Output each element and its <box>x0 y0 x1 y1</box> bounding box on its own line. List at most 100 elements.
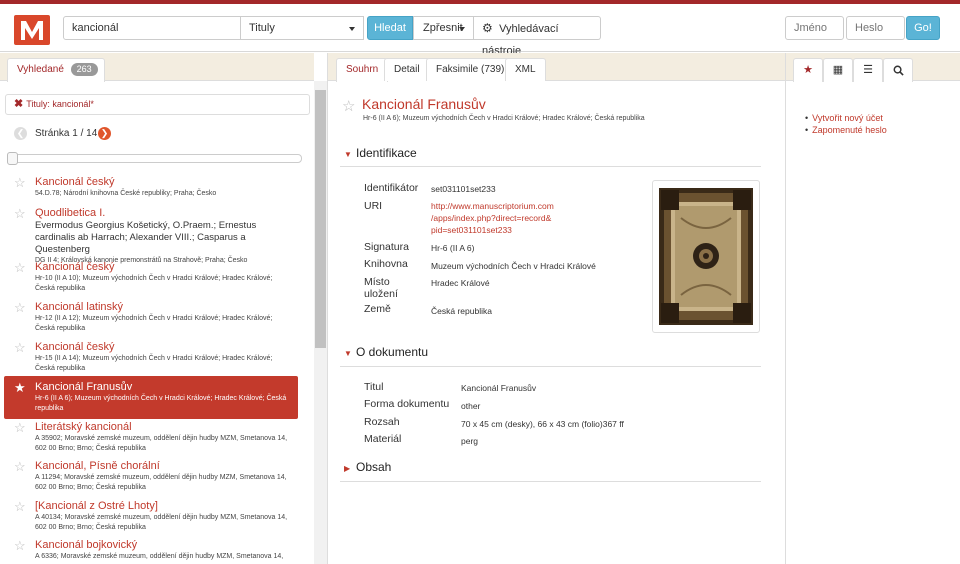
star-icon[interactable]: ☆ <box>14 340 26 356</box>
star-icon[interactable]: ☆ <box>14 300 26 316</box>
tab-summary[interactable]: Souhrn <box>336 58 389 82</box>
caret-down-icon: ▼ <box>344 150 352 159</box>
result-item[interactable]: ☆ Kancionál, Písně chorální A 11294; Mor… <box>4 457 298 496</box>
section-heading: Obsah <box>356 460 392 474</box>
tab-favorites[interactable]: ★ <box>793 58 823 82</box>
tab-xml[interactable]: XML <box>505 58 546 81</box>
previous-page-button[interactable]: ❮ <box>14 127 27 140</box>
result-title[interactable]: Kancionál bojkovický <box>35 538 292 552</box>
search-input[interactable] <box>63 16 241 40</box>
username-field[interactable] <box>785 16 844 40</box>
result-meta: Hr-15 (II A 14); Muzeum východních Čech … <box>35 355 273 372</box>
record-tabbar: Souhrn Detail Faksimile (739) XML <box>328 53 785 82</box>
result-item[interactable]: ☆ [Kancionál z Ostré Lhoty] A 40134; Mor… <box>4 497 298 536</box>
uri-line: pid=set031101set233 <box>431 225 512 235</box>
signature-value: Hr-6 (II A 6) <box>431 243 475 253</box>
uri-label: URI <box>364 200 383 212</box>
star-icon[interactable]: ☆ <box>14 206 26 222</box>
result-title[interactable]: Kancionál český <box>35 340 292 354</box>
page-indicator: Stránka 1 / 14 <box>35 128 98 139</box>
page-slider[interactable] <box>7 154 302 163</box>
page-slider-handle[interactable] <box>7 152 18 165</box>
result-title[interactable]: Kancionál latinský <box>35 300 292 314</box>
star-icon[interactable]: ☆ <box>342 97 355 115</box>
manuscript-thumbnail[interactable] <box>652 180 760 333</box>
chevron-down-icon <box>459 27 465 31</box>
divider <box>340 481 761 482</box>
star-icon[interactable]: ☆ <box>14 260 26 276</box>
result-title[interactable]: Quodlibetica I. <box>35 206 292 220</box>
star-icon[interactable]: ☆ <box>14 175 26 191</box>
tab-results[interactable]: Vyhledané 263 <box>7 58 105 82</box>
refine-button[interactable]: Zpřesnit <box>413 16 474 40</box>
tab-search[interactable] <box>883 58 913 82</box>
forgot-password-link[interactable]: Zapomenuté heslo <box>805 124 887 136</box>
result-item-selected[interactable]: ★ Kancionál Franusův Hr-6 (II A 6); Muze… <box>4 376 298 419</box>
result-title[interactable]: Kancionál český <box>35 175 292 189</box>
tab-facsimile[interactable]: Faksimile (739) <box>426 58 515 81</box>
tab-results-label: Vyhledané <box>17 64 64 75</box>
login-button[interactable]: Go! <box>906 16 940 40</box>
result-item[interactable]: ☆ Literátský kancionál A 35902; Moravské… <box>4 418 298 457</box>
library-value: Muzeum východních Čech v Hradci Králové <box>431 261 596 271</box>
search-field-select[interactable]: Tituly <box>241 16 364 40</box>
result-item[interactable]: ☆ Kancionál český Hr-15 (II A 14); Muzeu… <box>4 338 298 377</box>
result-meta: Hr-6 (II A 6); Muzeum východních Čech v … <box>35 395 287 412</box>
list-icon: ☰ <box>863 64 873 76</box>
result-title[interactable]: Kancionál Franusův <box>35 380 292 394</box>
create-account-link[interactable]: Vytvořit nový účet <box>805 112 883 124</box>
star-icon: ★ <box>803 64 813 76</box>
section-document[interactable]: ▼ O dokumentu <box>344 345 428 359</box>
result-item[interactable]: ☆ Kancionál latinský Hr-12 (II A 12); Mu… <box>4 298 298 337</box>
star-icon[interactable]: ★ <box>14 380 26 396</box>
record-subtitle: Hr-6 (II A 6); Muzeum východních Čech v … <box>363 115 645 122</box>
country-value: Česká republika <box>431 306 492 316</box>
result-item[interactable]: ☆ Kancionál bojkovický A 6336; Moravské … <box>4 536 298 564</box>
tab-grid[interactable]: ▦ <box>823 58 853 82</box>
next-page-button[interactable]: ❯ <box>98 127 111 140</box>
result-title[interactable]: [Kancionál z Ostré Lhoty] <box>35 499 292 513</box>
result-title[interactable]: Kancionál český <box>35 260 292 274</box>
gear-icon: ⚙ <box>482 21 493 35</box>
star-icon[interactable]: ☆ <box>14 538 26 554</box>
tab-detail[interactable]: Detail <box>384 58 430 81</box>
record-title: Kancionál Franusův <box>362 96 486 112</box>
password-field[interactable] <box>846 16 905 40</box>
search-button[interactable]: Hledat <box>367 16 413 40</box>
results-scrollbar-thumb[interactable] <box>315 90 326 348</box>
search-tools-button[interactable]: ⚙ Vyhledávací nástroje <box>474 16 601 57</box>
place-value: Hradec Králové <box>431 278 490 288</box>
place-label-line: uložení <box>364 288 398 300</box>
section-heading: O dokumentu <box>356 345 429 359</box>
remove-filter-icon[interactable]: ✖ <box>14 98 23 110</box>
section-identification[interactable]: ▼ Identifikace <box>344 146 417 160</box>
top-bar: Tituly Hledat Zpřesnit ⚙ Vyhledávací nás… <box>0 4 960 57</box>
star-icon[interactable]: ☆ <box>14 459 26 475</box>
uri-link[interactable]: http://www.manuscriptorium.com /apps/ind… <box>431 200 554 236</box>
search-icon <box>893 65 904 76</box>
doc-form-label: Forma dokumentu <box>364 398 450 410</box>
result-title[interactable]: Literátský kancionál <box>35 420 292 434</box>
filter-label: Tituly: kancionál* <box>26 99 94 109</box>
country-label: Země <box>364 303 391 315</box>
result-item[interactable]: ☆ Kancionál český Hr-10 (II A 10); Muzeu… <box>4 258 298 297</box>
manuscriptorium-logo[interactable] <box>14 15 50 45</box>
active-filter[interactable]: ✖ Tituly: kancionál* <box>5 94 310 115</box>
doc-title-label: Titul <box>364 381 384 393</box>
result-meta: A 40134; Moravské zemské muzeum, oddělen… <box>35 514 288 531</box>
library-label: Knihovna <box>364 258 408 270</box>
divider <box>327 53 328 564</box>
result-item[interactable]: ☆ Kancionál český 54.D.78; Národní kniho… <box>4 173 298 202</box>
star-icon[interactable]: ☆ <box>14 420 26 436</box>
place-label-line: Místo <box>364 276 390 288</box>
star-icon[interactable]: ☆ <box>14 499 26 515</box>
identifier-value: set031101set233 <box>431 184 496 194</box>
caret-right-icon: ▶ <box>344 464 351 473</box>
doc-extent-value: 70 x 45 cm (desky), 66 x 43 cm (folio)36… <box>461 419 624 429</box>
divider <box>340 366 761 367</box>
tab-list[interactable]: ☰ <box>853 58 883 82</box>
section-content[interactable]: ▶ Obsah <box>344 460 391 474</box>
refine-label: Zpřesnit <box>423 22 463 34</box>
doc-form-value: other <box>461 401 481 411</box>
result-title[interactable]: Kancionál, Písně chorální <box>35 459 292 473</box>
